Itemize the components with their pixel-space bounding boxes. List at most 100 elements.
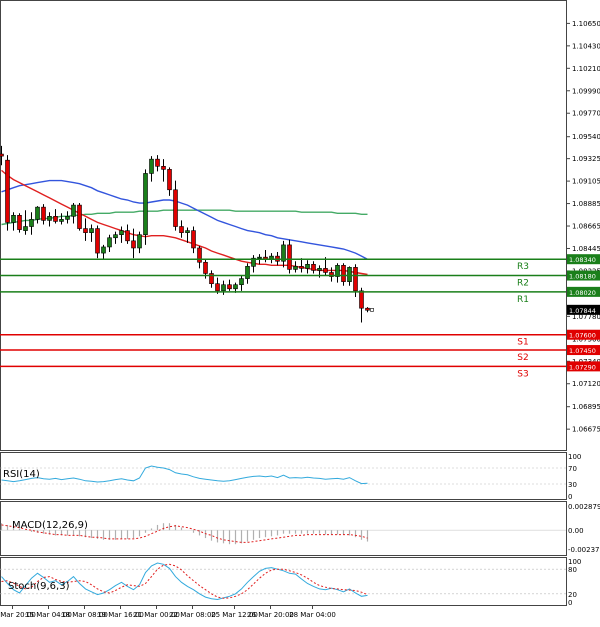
price-tick-label: 1.09990: [572, 87, 600, 95]
price-tick-label: 1.09105: [572, 178, 600, 186]
candle-bear: [365, 307, 370, 311]
candle-bear: [323, 268, 328, 273]
candle-bear: [83, 228, 88, 233]
candle-bull: [23, 226, 28, 231]
price-tick-label: 1.10430: [572, 42, 600, 50]
candle-bear: [287, 244, 292, 270]
level-tag-label-s1: 1.07600: [569, 332, 596, 340]
macd-tick-label-zero: 0.00: [568, 527, 584, 535]
rsi-panel-frame: [0, 452, 567, 500]
level-name-s1: S1: [517, 338, 528, 348]
time-tick-label: 28 Mar 04:00: [289, 611, 336, 619]
candle-bear: [0, 153, 4, 157]
price-tick-label: 1.10210: [572, 65, 600, 73]
level-tag-label-s3: 1.07290: [569, 363, 596, 371]
candle-bear: [155, 158, 160, 167]
candle-bear: [341, 265, 346, 282]
candle-bear: [215, 283, 220, 292]
level-name-r1: R1: [517, 295, 529, 305]
candle-bull: [293, 266, 298, 270]
forex-chart: 1.10650 1.10430 1.10210 1.09990 1.09770 1.095…: [0, 0, 600, 623]
stoch-tick-label: 20: [568, 591, 577, 599]
candle-bull: [47, 216, 52, 221]
rsi-tick-label: 30: [568, 481, 577, 489]
price-tick-label: 1.07120: [572, 380, 600, 388]
candle-bull: [185, 230, 190, 233]
candle-bear: [227, 284, 232, 290]
candle-bull: [113, 234, 118, 239]
candle-bear: [197, 247, 202, 263]
stoch-panel-frame: [0, 557, 567, 606]
candle-bull: [29, 219, 34, 227]
level-name-s2: S2: [517, 353, 528, 363]
candle-bull: [317, 268, 322, 271]
candle-bear: [53, 216, 58, 222]
candle-bull: [65, 216, 70, 220]
candle-bull: [59, 219, 64, 222]
stoch-tick-label: 100: [568, 558, 581, 566]
candle-bull: [233, 284, 238, 290]
candle-bull: [101, 246, 106, 254]
candle-bull: [347, 267, 352, 282]
chart-svg: 1.10650 1.10430 1.10210 1.09990 1.09770 1.095…: [0, 0, 600, 619]
candle-bear: [41, 206, 46, 221]
level-name-r2: R2: [517, 279, 529, 289]
stoch-tick-label: 0: [568, 599, 572, 607]
candle-bear: [167, 169, 172, 191]
candle-bear: [17, 215, 22, 230]
candle-bull: [143, 173, 148, 235]
price-tick-label: 1.09325: [572, 155, 600, 163]
level-tag-label-r1: 1.08020: [569, 289, 596, 297]
price-tick-label: 1.08665: [572, 223, 600, 231]
rsi-tick-label: 70: [568, 465, 577, 473]
candle-bull: [35, 206, 40, 220]
price-tick-label: 1.06895: [572, 403, 600, 411]
macd-label: MACD(12,26,9): [12, 520, 88, 531]
candle-bull: [89, 228, 94, 233]
candle-bear: [359, 290, 364, 309]
candle-bull: [245, 266, 250, 279]
level-name-r3: R3: [517, 262, 529, 272]
candle-bull: [257, 256, 262, 259]
candle-bear: [5, 159, 10, 223]
macd-tick-label-top: 0.002879: [568, 503, 600, 511]
candle-bear: [353, 267, 358, 292]
time-tick-label: 26 Mar 20:00: [247, 611, 294, 619]
candle-bear: [203, 261, 208, 274]
candle-bear: [179, 226, 184, 233]
candle-bull: [71, 204, 76, 217]
candle-bull: [107, 237, 112, 248]
candle-bull: [137, 234, 142, 249]
price-tick-label: 1.10650: [572, 20, 600, 28]
candle-bull: [119, 230, 124, 235]
candle-bear: [191, 230, 196, 249]
price-tick-label: 1.09540: [572, 133, 600, 141]
level-tag-label-r2: 1.08180: [569, 273, 596, 281]
candle-bear: [161, 166, 166, 170]
candle-bull: [239, 278, 244, 286]
candle-bear: [125, 230, 130, 242]
price-tick-label: 1.06675: [572, 426, 600, 434]
rsi-tick-label: 0: [568, 493, 572, 501]
level-tag-label-s2: 1.07450: [569, 347, 596, 355]
macd-tick-label-bottom: -0.002379: [568, 546, 600, 554]
rsi-tick-label: 100: [568, 453, 581, 461]
time-tick-label: 22 Mar 08:00: [169, 611, 216, 619]
candle-bull: [149, 158, 154, 174]
price-tick-label: 1.09770: [572, 110, 600, 118]
candle-bear: [77, 204, 82, 229]
rsi-line: [1, 465, 368, 485]
candle-bear: [173, 189, 178, 227]
candle-bear: [311, 264, 316, 271]
candle-bear: [131, 240, 136, 249]
candle-bear: [299, 266, 304, 269]
stoch-tick-label: 80: [568, 566, 577, 574]
candle-bear: [95, 228, 100, 254]
rsi-label: RSI(14): [3, 469, 40, 480]
level-name-s3: S3: [517, 369, 528, 379]
price-tick-label: 1.08445: [572, 245, 600, 253]
last-price-dot: [370, 308, 374, 312]
candle-bull: [305, 264, 310, 269]
last-price-label: 1.07844: [569, 307, 596, 315]
price-tick-label: 1.08885: [572, 200, 600, 208]
